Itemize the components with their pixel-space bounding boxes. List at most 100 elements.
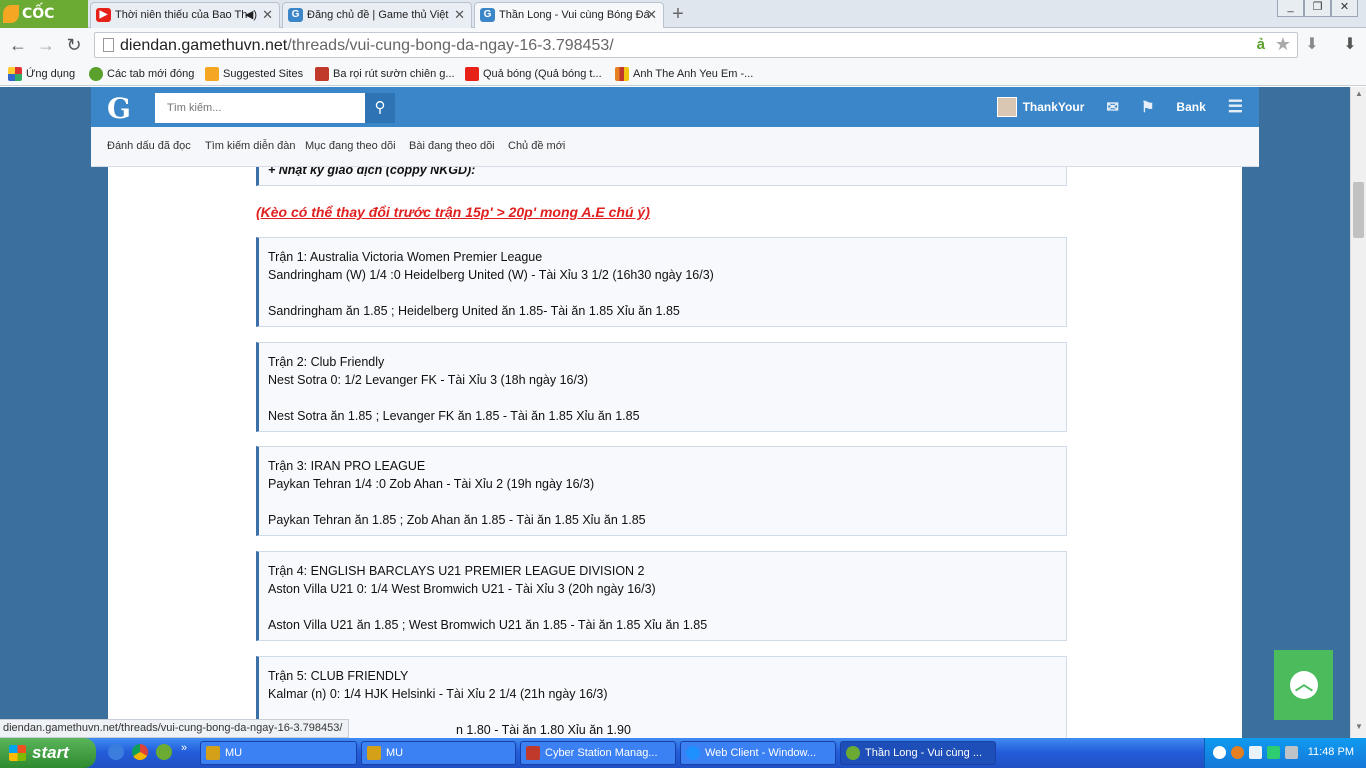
subnav-watched-threads[interactable]: Mục đang theo dõi (305, 140, 396, 152)
taskbar-item-mu-2[interactable]: MU (361, 741, 516, 765)
subnav-mark-read[interactable]: Đánh dấu đã đọc (107, 140, 191, 152)
search-icon: ⚲ (374, 99, 386, 116)
youtube-icon: ▶ (96, 8, 111, 22)
bank-link[interactable]: Bank (1176, 100, 1205, 114)
close-icon[interactable]: ✕ (646, 3, 657, 27)
mu-app-icon (206, 746, 220, 760)
scroll-down-icon[interactable]: ▼ (1351, 722, 1366, 736)
bookmark-suggested-sites[interactable]: Suggested Sites (205, 65, 303, 83)
close-icon[interactable]: ✕ (262, 3, 273, 27)
tray-app-icon[interactable] (1231, 746, 1244, 759)
download-icon[interactable]: ⬇ (1298, 33, 1326, 57)
chrome-quicklaunch-icon[interactable] (132, 744, 148, 760)
windows-taskbar: start » MU MU Cyber Station Manag... Web… (0, 738, 1366, 768)
transaction-log-quote: + Nhật ký giao dịch (coppy NKGD): (256, 167, 1067, 186)
match-header: Trận 1: Australia Victoria Women Premier… (268, 250, 543, 264)
match-header: Trận 3: IRAN PRO LEAGUE (268, 459, 426, 473)
back-button[interactable]: ← (6, 33, 30, 57)
tray-security-icon[interactable] (1267, 746, 1280, 759)
scroll-thumb[interactable] (1353, 182, 1364, 238)
match-header: Trận 4: ENGLISH BARCLAYS U21 PREMIER LEA… (268, 564, 645, 578)
window-controls: _ ❐ ✕ (1277, 0, 1358, 18)
cyber-station-icon (526, 746, 540, 760)
site-header: G ⚲ ThankYour ✉ ⚑ Bank ☰ (91, 87, 1259, 127)
close-icon[interactable]: ✕ (454, 3, 465, 27)
youtube-icon (465, 67, 479, 81)
start-button[interactable]: start (0, 738, 96, 768)
apps-grid-icon (8, 67, 22, 81)
tab-youtube[interactable]: ▶ Thời niên thiếu của Bao Th ◀) ✕ (90, 2, 280, 28)
inbox-icon[interactable]: ✉ (1106, 98, 1119, 116)
coccoc-quicklaunch-icon[interactable] (156, 744, 172, 760)
subnav-watched-posts[interactable]: Bài đang theo dõi (409, 140, 495, 152)
reload-button[interactable]: ↻ (62, 33, 86, 57)
windows-logo-icon (9, 745, 26, 761)
coccoc-leaf-icon (3, 5, 19, 23)
search-button[interactable]: ⚲ (365, 93, 395, 123)
speaker-icon: ◀) (244, 9, 257, 21)
taskbar-item-mu-1[interactable]: MU (200, 741, 357, 765)
tray-doc-icon[interactable] (1249, 746, 1262, 759)
alerts-flag-icon[interactable]: ⚑ (1141, 98, 1154, 116)
subnav-search-forums[interactable]: Tìm kiếm diễn đàn (205, 140, 295, 152)
match-odds: Paykan Tehran ăn 1.85 ; Zob Ahan ăn 1.85… (268, 513, 646, 527)
coccoc-logo[interactable]: CỐC CỐC (0, 0, 88, 50)
subnav-new-threads[interactable]: Chủ đề mới (508, 140, 565, 152)
bookmark-closed-tabs[interactable]: Các tab mới đóng (89, 65, 194, 83)
menu-icon[interactable]: ☰ (1228, 97, 1243, 117)
bookmark-star-icon[interactable]: ★ (1275, 34, 1291, 55)
clock[interactable]: 11:48 PM (1308, 746, 1354, 758)
match-quote: Trận 3: IRAN PRO LEAGUE Paykan Tehran 1/… (256, 446, 1067, 536)
forward-button[interactable]: → (34, 33, 58, 57)
site-logo[interactable]: G (107, 92, 131, 125)
match-odds: Sandringham ăn 1.85 ; Heidelberg United … (268, 304, 680, 318)
status-bar-url: diendan.gamethuvn.net/threads/vui-cung-b… (0, 719, 350, 738)
page-scrollbar[interactable]: ▲ ▼ (1350, 87, 1366, 738)
bookmark-ba-roi[interactable]: Ba rọi rút sườn chiên g... (315, 65, 455, 83)
site-icon (315, 67, 329, 81)
bookmark-qua-bong[interactable]: Quả bóng (Quả bóng t... (465, 65, 602, 83)
ie-icon (686, 746, 700, 760)
coccoc-a-icon[interactable]: ả (1257, 36, 1265, 53)
close-window-button[interactable]: ✕ (1331, 0, 1358, 17)
chart-icon (615, 67, 629, 81)
chevron-up-icon: ︿ (1290, 671, 1318, 699)
match-quote: Trận 2: Club Friendly Nest Sotra 0: 1/2 … (256, 342, 1067, 432)
network-icon[interactable] (1213, 746, 1226, 759)
bing-icon (205, 67, 219, 81)
gamethuvn-icon: G (288, 8, 303, 22)
match-line: Aston Villa U21 0: 1/4 West Bromwich U21… (268, 582, 656, 596)
taskbar-item-cyber-station[interactable]: Cyber Station Manag... (520, 741, 676, 765)
taskbar-item-web-client[interactable]: Web Client - Window... (680, 741, 836, 765)
back-to-top-button[interactable]: ︿ (1274, 650, 1333, 720)
taskbar-item-than-long[interactable]: Thần Long - Vui cùng ... (840, 741, 996, 765)
match-odds: Aston Villa U21 ăn 1.85 ; West Bromwich … (268, 618, 708, 632)
odds-change-note: (Kèo có thể thay đổi trước trận 15p' > 2… (256, 204, 650, 220)
username-link[interactable]: ThankYour (1023, 100, 1085, 114)
tab-than-long[interactable]: G Thần Long - Vui cùng Bóng Đá ✕ (474, 2, 664, 29)
quicklaunch-more-icon[interactable]: » (181, 742, 187, 754)
user-area: ThankYour ✉ ⚑ Bank ☰ (996, 87, 1243, 127)
match-odds: n 1.80 - Tài ăn 1.80 Xỉu ăn 1.90 (456, 723, 631, 737)
search-input[interactable] (155, 93, 365, 123)
bookmark-apps[interactable]: Ứng dụng (8, 65, 75, 83)
page-icon (103, 38, 114, 52)
match-line: Paykan Tehran 1/4 :0 Zob Ahan - Tài Xỉu … (268, 477, 595, 491)
ie-quicklaunch-icon[interactable] (108, 744, 124, 760)
new-tab-button[interactable]: + (668, 3, 688, 25)
match-quote: Trận 4: ENGLISH BARCLAYS U21 PREMIER LEA… (256, 551, 1067, 641)
bookmark-anh-the-anh[interactable]: Anh The Anh Yeu Em -... (615, 65, 753, 83)
browser-toolbar: ← → ↻ diendan.gamethuvn.net/threads/vui-… (0, 28, 1366, 62)
tab-dang-chu-de[interactable]: G Đăng chủ đề | Game thủ Việt ✕ (282, 2, 472, 28)
downloads-menu-icon[interactable]: ⬇ (1336, 33, 1364, 57)
address-bar[interactable]: diendan.gamethuvn.net/threads/vui-cung-b… (94, 32, 1298, 58)
tab-title: Thời niên thiếu của Bao Th (115, 9, 248, 21)
scroll-up-icon[interactable]: ▲ (1351, 89, 1366, 103)
restore-button[interactable]: ❐ (1304, 0, 1331, 17)
history-icon (89, 67, 103, 81)
minimize-button[interactable]: _ (1277, 0, 1304, 17)
match-line: Nest Sotra 0: 1/2 Levanger FK - Tài Xỉu … (268, 373, 589, 387)
volume-icon[interactable] (1285, 746, 1298, 759)
avatar[interactable] (996, 97, 1017, 117)
url-text[interactable]: diendan.gamethuvn.net/threads/vui-cung-b… (120, 37, 614, 55)
